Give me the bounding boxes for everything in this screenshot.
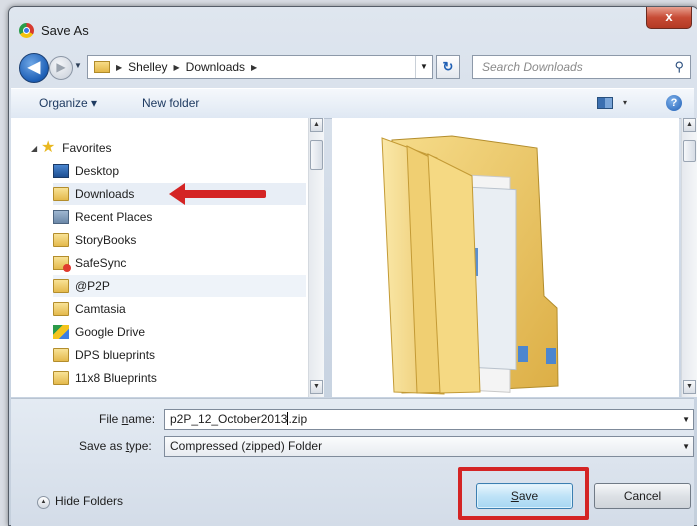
- save-as-type-label: Save as type:: [79, 439, 152, 453]
- recent-places-icon: [53, 210, 69, 224]
- window-title: Save As: [41, 23, 89, 38]
- cancel-button[interactable]: Cancel: [594, 483, 691, 509]
- save-button[interactable]: Save: [476, 483, 573, 509]
- scroll-down-icon[interactable]: ▼: [310, 380, 323, 394]
- downloads-folder-icon: [53, 187, 69, 201]
- views-dropdown-icon[interactable]: ▾: [623, 98, 627, 107]
- breadcrumb-downloads[interactable]: Downloads: [186, 60, 245, 74]
- sidebar-item-safesync[interactable]: SafeSync: [53, 252, 316, 274]
- breadcrumb-chevron-icon[interactable]: ▶: [116, 63, 122, 72]
- collapse-triangle-icon[interactable]: ◢: [31, 144, 37, 153]
- scroll-down-icon[interactable]: ▼: [683, 380, 696, 394]
- title-bar[interactable]: Save As x: [9, 7, 697, 51]
- sidebar-item-label: Recent Places: [75, 210, 153, 224]
- address-dropdown-icon[interactable]: ▼: [415, 56, 432, 78]
- save-as-dialog: Save As x ◀ ▶ ▼ ▶ Shelley ▶ Downloads ▶ …: [8, 6, 697, 526]
- scroll-thumb[interactable]: [683, 140, 696, 162]
- sidebar-item-p2p[interactable]: @P2P: [53, 275, 306, 297]
- sidebar-item-label: @P2P: [75, 279, 110, 293]
- save-options-panel: File name: p2P_12_October2013.zip ▼ Save…: [11, 398, 694, 526]
- command-bar: Organize ▾ New folder ▾ ?: [11, 88, 694, 119]
- forward-button[interactable]: ▶: [49, 56, 73, 80]
- folder-icon: [53, 279, 69, 293]
- sidebar-item-label: StoryBooks: [75, 233, 137, 247]
- back-button[interactable]: ◀: [19, 53, 49, 83]
- navigation-pane[interactable]: ◢ ★ Favorites Desktop Downloads Recent P…: [11, 118, 317, 397]
- file-name-input[interactable]: p2P_12_October2013.zip ▼: [164, 409, 694, 430]
- sidebar-item-google-drive[interactable]: Google Drive: [53, 321, 316, 343]
- sidebar-item-label: SafeSync: [75, 256, 127, 270]
- sidebar-item-label: 11x8 Blueprints: [75, 371, 157, 385]
- chrome-app-icon: [19, 23, 34, 38]
- scroll-up-icon[interactable]: ▲: [310, 118, 323, 132]
- refresh-button[interactable]: ↻: [436, 55, 460, 79]
- breadcrumb-chevron-icon[interactable]: ▶: [174, 63, 180, 72]
- desktop-icon: [53, 164, 69, 178]
- folder-icon: [94, 61, 110, 73]
- scroll-up-icon[interactable]: ▲: [683, 118, 696, 132]
- sidebar-favorites[interactable]: ◢ ★ Favorites: [31, 137, 316, 159]
- safesync-folder-icon: [53, 256, 71, 272]
- save-as-type-value: Compressed (zipped) Folder: [170, 439, 323, 453]
- recent-pages-dropdown-icon[interactable]: ▼: [74, 61, 82, 70]
- breadcrumb-shelley[interactable]: Shelley: [128, 60, 167, 74]
- save-as-type-select[interactable]: Compressed (zipped) Folder ▼: [164, 436, 694, 457]
- address-bar[interactable]: ▶ Shelley ▶ Downloads ▶ ▼: [87, 55, 433, 79]
- preview-pane: [332, 118, 679, 397]
- folder-icon: [53, 348, 69, 362]
- file-extension-value: .zip: [288, 412, 308, 426]
- sidebar-item-label: Downloads: [75, 187, 135, 201]
- sidebar-item-recent-places[interactable]: Recent Places: [53, 206, 316, 228]
- sidebar-item-dps-blueprints[interactable]: DPS blueprints: [53, 344, 316, 366]
- type-dropdown-icon[interactable]: ▼: [682, 437, 690, 456]
- search-placeholder: Search Downloads: [482, 60, 583, 74]
- change-view-icon[interactable]: [597, 97, 613, 109]
- preview-scrollbar[interactable]: ▲ ▼: [681, 118, 697, 397]
- help-icon[interactable]: ?: [666, 95, 682, 111]
- sidebar-item-label: Favorites: [62, 141, 112, 155]
- folder-icon: [53, 371, 69, 385]
- sidebar-item-11x8-blueprints[interactable]: 11x8 Blueprints: [53, 367, 316, 389]
- scroll-thumb[interactable]: [310, 140, 323, 170]
- close-button[interactable]: x: [646, 7, 692, 29]
- google-drive-icon: [53, 325, 69, 339]
- chevron-up-icon[interactable]: ▲: [37, 496, 50, 509]
- breadcrumb-chevron-icon[interactable]: ▶: [251, 63, 257, 72]
- sidebar-item-desktop[interactable]: Desktop: [53, 160, 316, 182]
- sidebar-item-storybooks[interactable]: StoryBooks: [53, 229, 316, 251]
- file-name-dropdown-icon[interactable]: ▼: [682, 410, 690, 429]
- star-icon: ★: [40, 139, 56, 156]
- sidebar-item-label: Google Drive: [75, 325, 146, 339]
- search-icon[interactable]: ⚲: [674, 56, 684, 78]
- folder-icon: [53, 302, 69, 316]
- file-name-value: p2P_12_October2013: [170, 412, 288, 426]
- large-folder-icon: [381, 135, 559, 395]
- annotation-arrow-shaft: [182, 190, 266, 198]
- sidebar-item-label: DPS blueprints: [75, 348, 156, 362]
- folder-icon: [53, 233, 69, 247]
- new-folder-button[interactable]: New folder: [142, 96, 199, 110]
- file-name-label: File name:: [99, 412, 156, 426]
- organize-button[interactable]: Organize ▾: [39, 96, 97, 110]
- sidebar-item-label: Camtasia: [75, 302, 126, 316]
- hide-folders-button[interactable]: Hide Folders: [55, 494, 123, 508]
- sidebar-item-camtasia[interactable]: Camtasia: [53, 298, 316, 320]
- search-input[interactable]: Search Downloads ⚲: [472, 55, 691, 79]
- sidebar-item-label: Desktop: [75, 164, 120, 178]
- navigation-scrollbar[interactable]: ▲ ▼: [308, 118, 324, 397]
